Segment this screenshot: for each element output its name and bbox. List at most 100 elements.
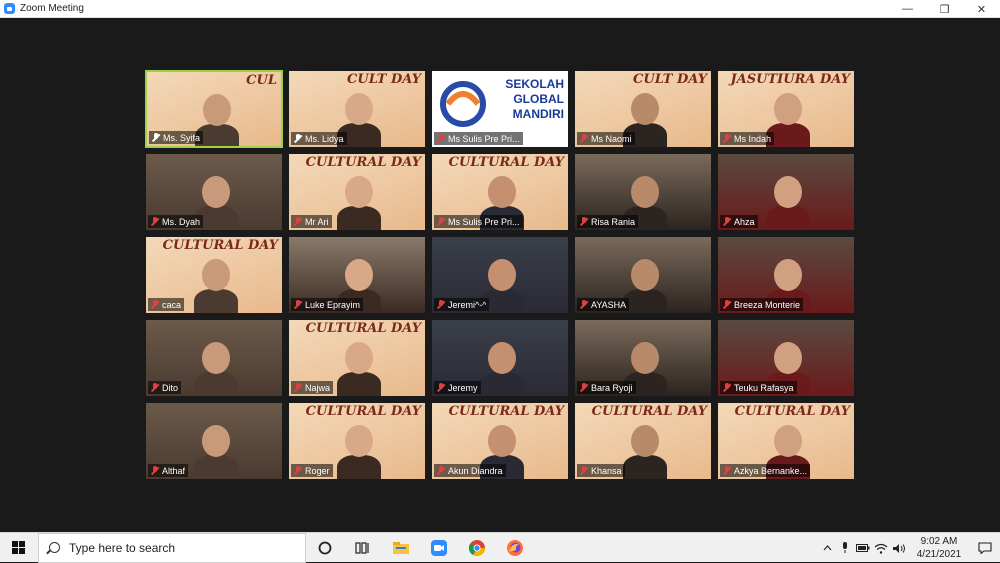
participant-tile[interactable]: CULTURAL DAY Mr Ari xyxy=(288,153,426,231)
maximize-button[interactable]: ❐ xyxy=(926,0,963,18)
participant-name: Ms Indah xyxy=(734,133,772,144)
participant-tile[interactable]: CULTURAL DAY caca xyxy=(145,236,283,314)
participant-face xyxy=(488,425,516,457)
school-logo-icon xyxy=(438,79,488,129)
participant-tile[interactable]: CULTURAL DAY Azkya Bernanke... xyxy=(717,402,855,480)
poster-text: CULTURAL DAY xyxy=(591,404,707,419)
participant-tile[interactable]: JASUTIURA DAY Ms Indah xyxy=(717,70,855,148)
muted-mic-icon xyxy=(580,300,588,309)
participant-name-tag: Breeza Monterie xyxy=(720,298,804,311)
participant-name: Bara Ryoji xyxy=(591,382,633,393)
participant-name-tag: Dito xyxy=(148,381,182,394)
participant-name-tag: Ms. Dyah xyxy=(148,215,204,228)
poster-text: JASUTIURA DAY xyxy=(730,72,850,87)
muted-mic-icon xyxy=(580,383,588,392)
participant-name-tag: Ms Indah xyxy=(720,132,775,145)
window-controls: — ❐ ✕ xyxy=(889,0,1000,18)
participant-name-tag: Bara Ryoji xyxy=(577,381,636,394)
start-button[interactable] xyxy=(0,533,38,563)
participant-face xyxy=(774,259,802,291)
participant-tile[interactable]: CULTURAL DAY Akun Diandra xyxy=(431,402,569,480)
close-button[interactable]: ✕ xyxy=(963,0,1000,18)
participant-tile[interactable]: SEKOLAH GLOBAL MANDIRI Ms Sulis Pre Pri..… xyxy=(431,70,569,148)
task-view-icon[interactable] xyxy=(344,533,382,563)
muted-mic-icon xyxy=(437,300,445,309)
windows-taskbar: Type here to search 9:02 AM 4/21/2021 xyxy=(0,532,1000,563)
wifi-icon[interactable] xyxy=(872,533,890,563)
participant-face xyxy=(202,342,230,374)
taskbar-clock[interactable]: 9:02 AM 4/21/2021 xyxy=(908,535,970,561)
participant-tile[interactable]: CULTURAL DAY Roger xyxy=(288,402,426,480)
participant-tile[interactable]: Luke Eprayim xyxy=(288,236,426,314)
participant-face xyxy=(774,425,802,457)
windows-logo-icon xyxy=(12,540,26,555)
participant-face xyxy=(203,94,231,126)
participant-tile[interactable]: CULT DAY Ms. Lidya xyxy=(288,70,426,148)
participant-body xyxy=(623,455,667,479)
school-logo-text: SEKOLAH GLOBAL MANDIRI xyxy=(505,77,564,121)
participant-body xyxy=(337,206,381,230)
participant-name: Teuku Rafasya xyxy=(734,382,794,393)
participant-name: Althaf xyxy=(162,465,186,476)
battery-icon[interactable] xyxy=(854,533,872,563)
participant-face xyxy=(345,342,373,374)
microphone-icon[interactable] xyxy=(836,533,854,563)
participant-tile[interactable]: CUL Ms. Syifa xyxy=(145,70,283,148)
zoom-icon[interactable] xyxy=(420,533,458,563)
participant-tile[interactable]: Althaf xyxy=(145,402,283,480)
participant-name: Breeza Monterie xyxy=(734,299,801,310)
participant-name: Akun Diandra xyxy=(448,465,503,476)
participant-tile[interactable]: Jeremy xyxy=(431,319,569,397)
poster-text: CULT DAY xyxy=(633,72,707,87)
participant-tile[interactable]: CULTURAL DAY Khansa xyxy=(574,402,712,480)
participant-name-tag: Akun Diandra xyxy=(434,464,506,477)
participant-tile[interactable]: AYASHA xyxy=(574,236,712,314)
taskbar-search-box[interactable]: Type here to search xyxy=(38,532,306,563)
chevron-up-icon[interactable] xyxy=(818,533,836,563)
participant-name-tag: Ms Sulis Pre Pri... xyxy=(434,132,523,145)
participant-tile[interactable]: Dito xyxy=(145,319,283,397)
participant-name-tag: Ahza xyxy=(720,215,758,228)
participant-name: Ms. Syifa xyxy=(163,132,201,143)
muted-mic-icon xyxy=(294,383,302,392)
participant-tile[interactable]: Jeremi^-^ xyxy=(431,236,569,314)
firefox-icon[interactable] xyxy=(496,533,534,563)
participant-tile[interactable]: Breeza Monterie xyxy=(717,236,855,314)
participant-name-tag: Najwa xyxy=(291,381,334,394)
participant-name-tag: Jeremy xyxy=(434,381,481,394)
participant-face xyxy=(202,259,230,291)
participant-face xyxy=(345,259,373,291)
chrome-icon[interactable] xyxy=(458,533,496,563)
muted-mic-icon xyxy=(151,466,159,475)
muted-mic-icon xyxy=(437,383,445,392)
participant-tile[interactable]: Ahza xyxy=(717,153,855,231)
muted-mic-icon xyxy=(437,134,445,143)
poster-text: CUL xyxy=(246,73,277,88)
participant-name-tag: AYASHA xyxy=(577,298,630,311)
participant-face xyxy=(488,176,516,208)
participant-name: Risa Rania xyxy=(591,216,636,227)
participant-tile[interactable]: Ms. Dyah xyxy=(145,153,283,231)
participant-name: Ms Naomi xyxy=(591,133,632,144)
volume-icon[interactable] xyxy=(890,533,908,563)
participant-tile[interactable]: CULTURAL DAY Najwa xyxy=(288,319,426,397)
poster-text: CULTURAL DAY xyxy=(734,404,850,419)
participant-face xyxy=(774,342,802,374)
participant-tile[interactable]: Teuku Rafasya xyxy=(717,319,855,397)
notification-icon[interactable] xyxy=(970,533,1000,563)
participant-name-tag: Ms Naomi xyxy=(577,132,635,145)
file-explorer-icon[interactable] xyxy=(382,533,420,563)
participant-tile[interactable]: Risa Rania xyxy=(574,153,712,231)
cortana-icon[interactable] xyxy=(306,533,344,563)
minimize-button[interactable]: — xyxy=(889,0,926,18)
participant-body xyxy=(337,455,381,479)
participant-tile[interactable]: CULT DAY Ms Naomi xyxy=(574,70,712,148)
participant-name-tag: Azkya Bernanke... xyxy=(720,464,811,477)
participant-name: Ahza xyxy=(734,216,755,227)
poster-text: CULTURAL DAY xyxy=(448,155,564,170)
participant-tile[interactable]: CULTURAL DAY Ms Sulis Pre Pri... xyxy=(431,153,569,231)
participant-tile[interactable]: Bara Ryoji xyxy=(574,319,712,397)
participant-name-tag: Ms. Syifa xyxy=(149,131,204,144)
muted-mic-icon xyxy=(151,300,159,309)
muted-mic-icon xyxy=(437,466,445,475)
